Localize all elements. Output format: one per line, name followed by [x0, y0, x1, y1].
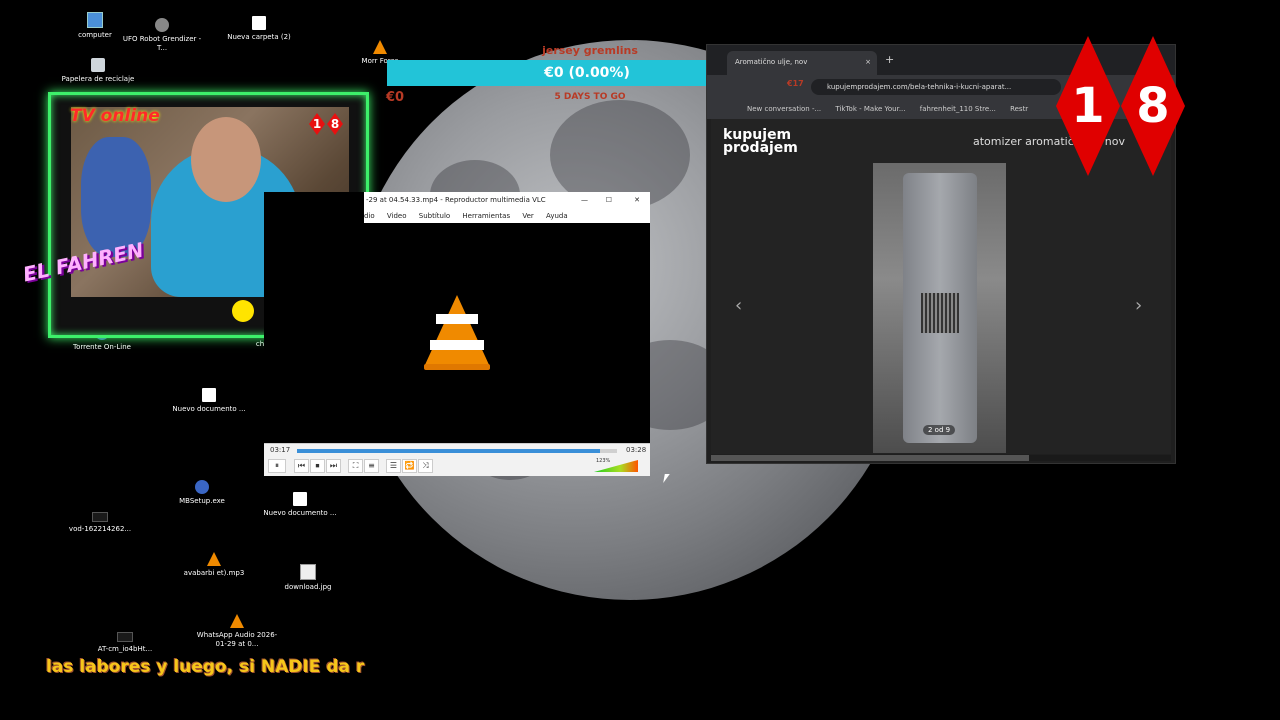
playlist-button[interactable]: ☰ [386, 459, 401, 473]
device-grill [921, 293, 959, 333]
installer-icon [195, 480, 209, 494]
chevron-left-icon[interactable]: ‹ [735, 295, 742, 316]
address-bar[interactable]: kupujemprodajem.com/bela-tehnika-i-kucni… [811, 79, 1061, 95]
streamer-head [191, 117, 261, 202]
previous-button[interactable]: ⏮ [294, 459, 309, 473]
minimize-icon[interactable]: — [581, 192, 588, 209]
bookmark-item[interactable]: New conversation -... [747, 105, 821, 113]
menu-item-view[interactable]: Ver [522, 212, 533, 220]
document-icon [202, 388, 216, 402]
tab-close-icon[interactable]: × [865, 51, 871, 73]
bookmark-item[interactable]: TikTok - Make Your... [835, 105, 905, 113]
donation-days-left: 5 DAYS TO GO [554, 92, 626, 102]
pause-button[interactable]: ⏸ [268, 459, 286, 473]
browser-tab[interactable]: Aromatično ulje, nov × [727, 51, 877, 75]
menu-item-subtitle[interactable]: Subtítulo [419, 212, 450, 220]
vlc-cone-icon [230, 614, 244, 628]
chevron-right-icon[interactable]: › [1135, 295, 1142, 316]
vlc-volume-label: 123% [596, 458, 611, 464]
menu-item-video[interactable]: Video [387, 212, 407, 220]
bookmark-item[interactable]: fahrenheit_110 Stre... [920, 105, 996, 113]
desktop-icon-mp3[interactable]: avabarbi et).mp3 [169, 552, 259, 578]
pacman-icon [232, 300, 254, 322]
vlc-title: -29 at 04.54.33.mp4 - Reproductor multim… [366, 196, 546, 204]
menu-item-help[interactable]: Ayuda [546, 212, 568, 220]
folder-icon [252, 16, 266, 30]
vlc-cone-stripe [430, 340, 484, 350]
vlc-total-time: 03:28 [626, 446, 647, 454]
desktop-icon-vod[interactable]: vod-162214262... [55, 512, 145, 534]
listing-page: kupujem prodajem atomizer aromatični ...… [711, 119, 1171, 454]
listing-image[interactable]: 2 od 9 [873, 163, 1006, 453]
browser-tabbar: Aromatično ulje, nov × + [707, 45, 1175, 75]
scrolling-ticker: las labores y luego, si NADIE da r [46, 657, 365, 677]
donation-goal-title: jersey gremlins [542, 44, 638, 57]
computer-icon [87, 12, 103, 28]
vlc-window[interactable]: -29 at 04.54.33.mp4 - Reproductor multim… [264, 192, 650, 476]
video-file-icon [117, 632, 133, 642]
desktop-icon-recycle-bin[interactable]: Papelera de reciclaje [53, 58, 143, 84]
desktop-icon-document-2[interactable]: Nuevo documento ... [255, 492, 345, 518]
vlc-elapsed-time: 03:17 [270, 446, 291, 454]
video-file-icon [155, 18, 169, 32]
vlc-menubar: dio Video Subtítulo Herramientas Ver Ayu… [364, 209, 650, 223]
donation-raised: €0 [386, 90, 405, 105]
vlc-seek-fill [297, 449, 601, 453]
vlc-titlebar[interactable]: -29 at 04.54.33.mp4 - Reproductor multim… [364, 192, 650, 209]
maximize-icon[interactable]: ☐ [606, 192, 612, 209]
desktop-icon-document[interactable]: Nuevo documento ... [164, 388, 254, 414]
video-file-icon [92, 512, 108, 522]
stop-button[interactable]: ⏹ [310, 459, 325, 473]
webcam-tv-online-label: TV online [70, 106, 160, 126]
loop-button[interactable]: 🔁 [402, 459, 417, 473]
fullscreen-button[interactable]: ⛶ [348, 459, 363, 473]
horizontal-scrollbar[interactable] [711, 455, 1171, 461]
shuffle-button[interactable]: ⤨ [418, 459, 433, 473]
vlc-seek-bar[interactable] [297, 449, 617, 453]
vlc-cone-icon [373, 40, 387, 54]
menu-item-audio[interactable]: dio [364, 212, 375, 220]
desktop-icon-ufo[interactable]: UFO Robot Grendizer - T... [117, 18, 207, 53]
vlc-cone-icon [207, 552, 221, 566]
close-icon[interactable]: ✕ [634, 192, 640, 209]
desktop-icon-whatsapp-audio[interactable]: WhatsApp Audio 2026-01-29 at 0... [192, 614, 282, 649]
site-logo[interactable]: kupujem prodajem [723, 128, 803, 155]
recycle-bin-icon [91, 58, 105, 72]
image-counter: 2 od 9 [923, 425, 956, 435]
vlc-cone-stripe [436, 314, 478, 324]
document-icon [293, 492, 307, 506]
desktop-icon-at-cm[interactable]: AT-cm_io4bHt... [80, 632, 170, 654]
vlc-controls: 03:17 03:28 ⏸ ⏮ ⏹ ⏭ ⛶ ≡ ☰ 🔁 ⤨ 123% [264, 443, 650, 476]
desktop-icon-folder[interactable]: Nueva carpeta (2) [214, 16, 304, 42]
desktop-icon-mbsetup[interactable]: MBSetup.exe [157, 480, 247, 506]
bookmark-item[interactable]: Restr [1010, 105, 1028, 113]
next-button[interactable]: ⏭ [326, 459, 341, 473]
vlc-cone-icon [424, 295, 490, 367]
vlc-cone-base [424, 364, 490, 370]
price-ghost: €17 [787, 79, 804, 88]
image-file-icon [300, 564, 316, 580]
new-tab-button[interactable]: + [885, 53, 894, 66]
atomizer-device [903, 173, 977, 443]
extended-settings-button[interactable]: ≡ [364, 459, 379, 473]
menu-item-tools[interactable]: Herramientas [462, 212, 510, 220]
desktop-icon-download-jpg[interactable]: download.jpg [263, 564, 353, 592]
scrollbar-thumb[interactable] [711, 455, 1029, 461]
